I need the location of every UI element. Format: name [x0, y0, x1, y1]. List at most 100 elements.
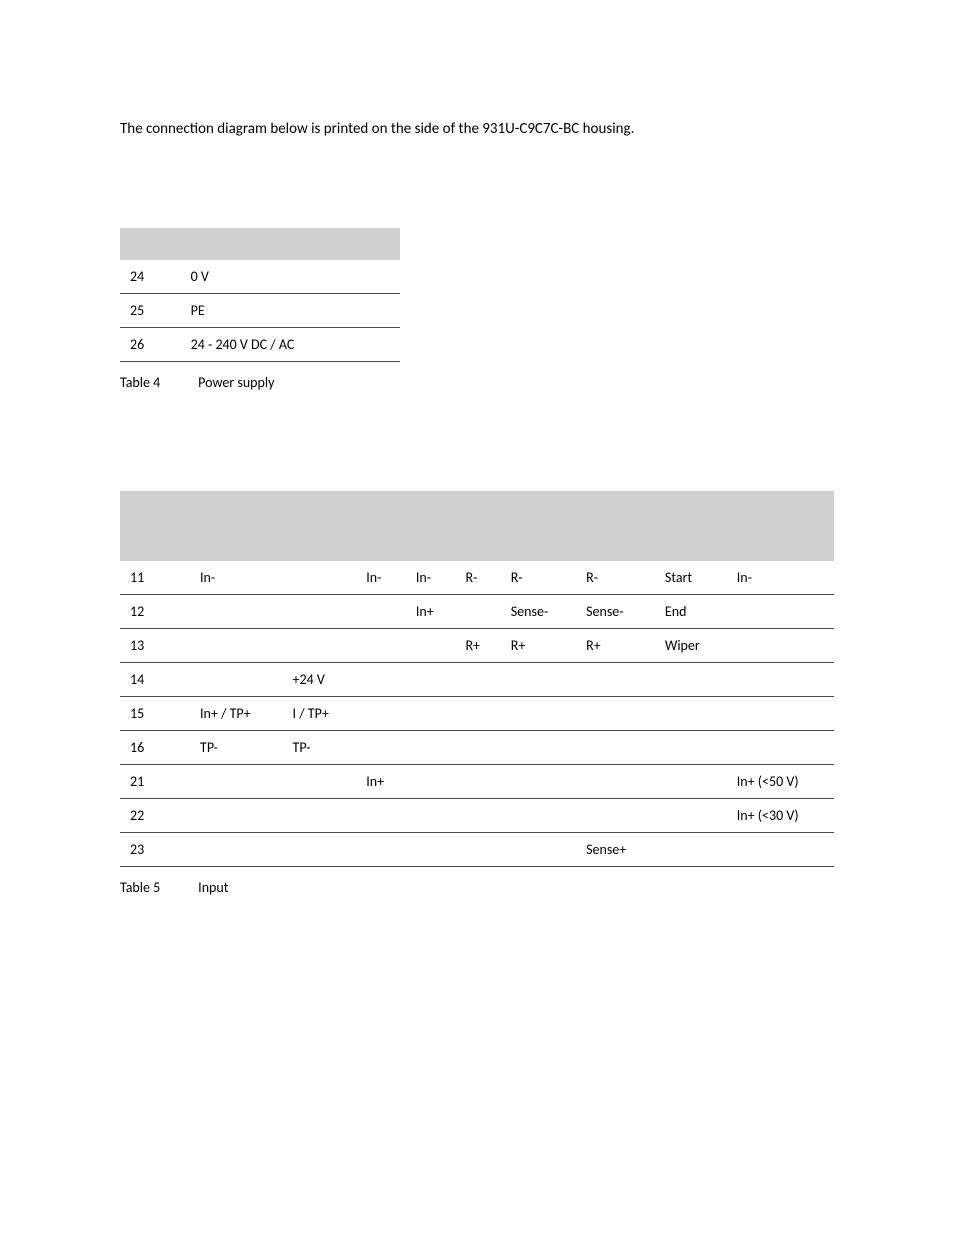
cell — [455, 731, 500, 765]
cell — [501, 765, 576, 799]
cell: TP- — [190, 731, 283, 765]
cell — [727, 595, 834, 629]
cell — [283, 833, 357, 867]
caption-text: Input — [198, 879, 228, 896]
cell — [406, 663, 456, 697]
table-row: 16 TP- TP- — [120, 731, 834, 765]
cell: 14 — [120, 663, 190, 697]
cell: 25 — [120, 294, 181, 328]
cell: 0 V — [181, 260, 400, 294]
cell — [501, 731, 576, 765]
cell — [727, 697, 834, 731]
cell — [356, 731, 406, 765]
cell — [501, 663, 576, 697]
intro-text: The connection diagram below is printed … — [120, 120, 834, 138]
cell: +24 V — [283, 663, 357, 697]
cell: 12 — [120, 595, 190, 629]
table-row: 26 24 - 240 V DC / AC — [120, 328, 400, 362]
cell — [501, 697, 576, 731]
cell: 22 — [120, 799, 190, 833]
cell — [406, 629, 456, 663]
cell — [406, 697, 456, 731]
table-row: 12 In+ Sense- Sense- End — [120, 595, 834, 629]
cell — [576, 663, 655, 697]
cell: In- — [190, 561, 283, 595]
cell — [190, 595, 283, 629]
table-power-supply: 24 0 V 25 PE 26 24 - 240 V DC / AC — [120, 228, 400, 362]
cell: 24 - 240 V DC / AC — [181, 328, 400, 362]
cell — [356, 629, 406, 663]
table-row: 14 +24 V — [120, 663, 834, 697]
cell — [576, 731, 655, 765]
cell: 15 — [120, 697, 190, 731]
cell: Sense- — [501, 595, 576, 629]
table4-caption: Table 4 Power supply — [120, 374, 834, 391]
table-row: 24 0 V — [120, 260, 400, 294]
cell — [190, 799, 283, 833]
cell — [455, 697, 500, 731]
caption-text: Power supply — [198, 374, 274, 391]
cell — [727, 629, 834, 663]
cell — [455, 595, 500, 629]
cell: R+ — [501, 629, 576, 663]
cell — [356, 799, 406, 833]
cell — [655, 731, 727, 765]
cell: 13 — [120, 629, 190, 663]
cell — [356, 833, 406, 867]
cell — [406, 799, 456, 833]
cell: 23 — [120, 833, 190, 867]
cell: I / TP+ — [283, 697, 357, 731]
cell: In+ / TP+ — [190, 697, 283, 731]
cell: 11 — [120, 561, 190, 595]
cell: R+ — [455, 629, 500, 663]
cell: R- — [455, 561, 500, 595]
cell — [727, 731, 834, 765]
table-row: 13 R+ R+ R+ Wiper — [120, 629, 834, 663]
cell — [455, 765, 500, 799]
table-row: 11 In- In- In- R- R- R- Start In- — [120, 561, 834, 595]
table-row: 22 In+ (<30 V) — [120, 799, 834, 833]
cell — [283, 765, 357, 799]
cell — [356, 595, 406, 629]
cell: Sense- — [576, 595, 655, 629]
cell: In+ (<50 V) — [727, 765, 834, 799]
table-row: 15 In+ / TP+ I / TP+ — [120, 697, 834, 731]
cell: In- — [406, 561, 456, 595]
cell: R+ — [576, 629, 655, 663]
cell: R- — [501, 561, 576, 595]
cell: R- — [576, 561, 655, 595]
cell — [190, 629, 283, 663]
cell — [283, 629, 357, 663]
cell — [283, 595, 357, 629]
cell: 24 — [120, 260, 181, 294]
cell — [655, 765, 727, 799]
cell — [283, 799, 357, 833]
cell: 21 — [120, 765, 190, 799]
cell — [655, 799, 727, 833]
cell — [576, 765, 655, 799]
table5-caption: Table 5 Input — [120, 879, 834, 896]
cell — [283, 561, 357, 595]
cell: In+ (<30 V) — [727, 799, 834, 833]
cell: In+ — [406, 595, 456, 629]
cell — [727, 833, 834, 867]
cell — [406, 765, 456, 799]
cell: In+ — [356, 765, 406, 799]
cell — [455, 833, 500, 867]
caption-label: Table 4 — [120, 374, 195, 391]
cell — [501, 833, 576, 867]
cell: Sense+ — [576, 833, 655, 867]
table-row: 23 Sense+ — [120, 833, 834, 867]
cell — [655, 663, 727, 697]
cell: TP- — [283, 731, 357, 765]
cell — [727, 663, 834, 697]
table-row: 25 PE — [120, 294, 400, 328]
cell: 26 — [120, 328, 181, 362]
cell — [655, 833, 727, 867]
cell: In- — [356, 561, 406, 595]
cell — [190, 765, 283, 799]
cell — [356, 697, 406, 731]
cell — [190, 833, 283, 867]
cell — [406, 731, 456, 765]
cell: 16 — [120, 731, 190, 765]
